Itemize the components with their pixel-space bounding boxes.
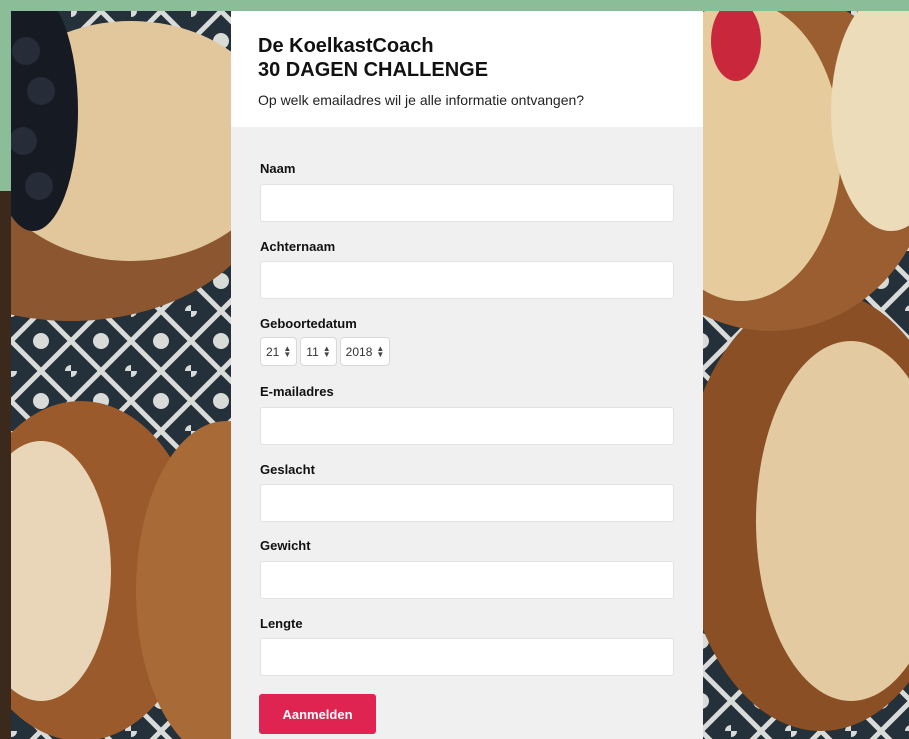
email-input[interactable] xyxy=(260,407,674,445)
form-title: De KoelkastCoach xyxy=(258,35,434,57)
lengte-label: Lengte xyxy=(260,616,303,631)
naam-input[interactable] xyxy=(260,184,674,222)
form-title-challenge: 30 DAGEN CHALLENGE xyxy=(258,59,489,81)
accent-band-top xyxy=(0,0,909,11)
year-select[interactable]: 2018 ▲ ▼ xyxy=(339,337,391,366)
achternaam-input[interactable] xyxy=(260,261,674,299)
up-down-arrows-icon: ▲ ▼ xyxy=(322,343,331,359)
email-label: E-mailadres xyxy=(260,384,334,399)
achternaam-label: Achternaam xyxy=(260,239,336,254)
day-value: 21 xyxy=(266,344,280,359)
geboortedatum-selects: 21 ▲ ▼ 11 ▲ ▼ 2018 ▲ ▼ xyxy=(260,337,391,366)
form-subtitle: Op welk emailadres wil je alle informati… xyxy=(258,92,585,108)
month-select[interactable]: 11 ▲ ▼ xyxy=(300,337,337,366)
accent-band-left xyxy=(0,0,11,191)
form-header: De KoelkastCoach 30 DAGEN CHALLENGE Op w… xyxy=(231,11,703,127)
up-down-arrows-icon: ▲ ▼ xyxy=(283,343,292,359)
up-down-arrows-icon: ▲ ▼ xyxy=(376,343,385,359)
day-select[interactable]: 21 ▲ ▼ xyxy=(260,337,298,366)
geboortedatum-label: Geboortedatum xyxy=(260,316,357,331)
month-value: 11 xyxy=(306,344,319,359)
gewicht-input[interactable] xyxy=(260,561,674,599)
signup-form: De KoelkastCoach 30 DAGEN CHALLENGE Op w… xyxy=(231,11,703,739)
year-value: 2018 xyxy=(345,344,373,359)
gewicht-label: Gewicht xyxy=(260,538,311,553)
geslacht-input[interactable] xyxy=(260,484,674,522)
aanmelden-button[interactable]: Aanmelden xyxy=(259,694,376,734)
naam-label: Naam xyxy=(260,161,296,176)
lengte-input[interactable] xyxy=(260,638,674,676)
geslacht-label: Geslacht xyxy=(260,462,315,477)
